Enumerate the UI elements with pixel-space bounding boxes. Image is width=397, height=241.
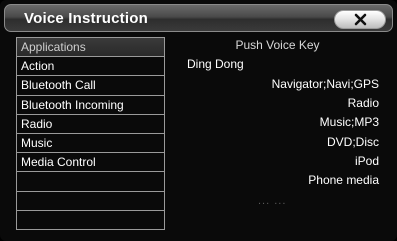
category-list: Applications Action Bluetooth Call Bluet…: [16, 37, 165, 230]
voice-command: DVD;Disc: [326, 135, 379, 149]
list-item-empty[interactable]: [17, 172, 164, 192]
close-button[interactable]: [334, 10, 386, 29]
close-x-icon: [354, 13, 367, 26]
list-item-music[interactable]: Music: [17, 134, 164, 154]
prompt-text: Ding Dong: [187, 57, 244, 71]
title-bar: Voice Instruction: [4, 4, 393, 32]
list-header-applications[interactable]: Applications: [17, 38, 164, 58]
instruction-heading: Push Voice Key: [235, 38, 320, 52]
list-item-radio[interactable]: Radio: [17, 115, 164, 134]
window-title: Voice Instruction: [24, 10, 148, 27]
list-item-empty[interactable]: [17, 211, 164, 230]
voice-command: Music;MP3: [319, 115, 379, 129]
voice-command: Radio: [347, 96, 379, 110]
list-item-media-control[interactable]: Media Control: [17, 153, 164, 173]
voice-command-panel: Push Voice Key Ding Dong Navigator;Navi;…: [170, 37, 385, 230]
list-item-action[interactable]: Action: [17, 57, 164, 77]
list-item-bluetooth-call[interactable]: Bluetooth Call: [17, 76, 164, 96]
voice-instruction-window: Voice Instruction Applications Action Bl…: [0, 0, 397, 241]
list-item-empty[interactable]: [17, 192, 164, 211]
list-item-bluetooth-incoming[interactable]: Bluetooth Incoming: [17, 96, 164, 115]
voice-command: iPod: [354, 154, 379, 168]
more-indicator: ... ...: [258, 195, 287, 207]
voice-command: Navigator;Navi;GPS: [271, 77, 379, 91]
voice-command: Phone media: [308, 173, 379, 187]
